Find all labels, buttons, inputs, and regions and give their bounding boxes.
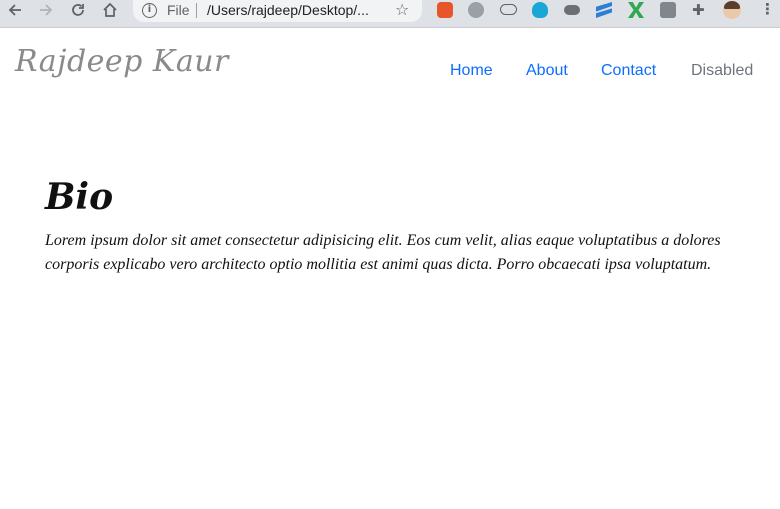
site-navbar: Rajdeep Kaur Home About Contact Disabled: [0, 28, 780, 114]
nav-link-disabled: Disabled: [691, 62, 754, 79]
forward-icon[interactable]: [34, 0, 58, 20]
brand-logo[interactable]: Rajdeep Kaur: [15, 44, 229, 79]
bio-paragraph: Lorem ipsum dolor sit amet consectetur a…: [45, 232, 721, 273]
nav-link-home[interactable]: Home: [450, 62, 493, 80]
cloud-icon[interactable]: [564, 5, 580, 15]
extension-icon[interactable]: [596, 2, 612, 18]
extension-icon[interactable]: [468, 2, 484, 18]
cloud-icon[interactable]: [500, 4, 517, 15]
main-content: Bio Lorem ipsum dolor sit amet consectet…: [45, 175, 735, 277]
extension-icon[interactable]: [532, 2, 548, 18]
page-title: Bio: [45, 176, 114, 218]
home-icon[interactable]: [98, 0, 122, 20]
divider: [196, 3, 197, 18]
star-icon[interactable]: ☆: [395, 0, 409, 19]
extension-icon[interactable]: [660, 2, 676, 18]
url-text[interactable]: /Users/rajdeep/Desktop/...: [207, 2, 369, 18]
back-icon[interactable]: [3, 0, 27, 20]
nav-link-about[interactable]: About: [526, 62, 568, 80]
extension-icon[interactable]: [628, 2, 644, 18]
scheme-label: File: [167, 2, 190, 18]
info-icon[interactable]: i: [142, 3, 157, 18]
address-bar[interactable]: i File /Users/rajdeep/Desktop/... ☆: [133, 0, 422, 22]
puzzle-icon[interactable]: ✚: [692, 2, 708, 18]
menu-icon[interactable]: ⋮: [760, 0, 775, 18]
browser-toolbar: i File /Users/rajdeep/Desktop/... ☆ ✚ ⋮: [0, 0, 780, 28]
avatar[interactable]: [723, 1, 741, 19]
reload-icon[interactable]: [66, 0, 90, 20]
nav-link-contact[interactable]: Contact: [601, 62, 656, 80]
extension-icon[interactable]: [437, 2, 453, 18]
